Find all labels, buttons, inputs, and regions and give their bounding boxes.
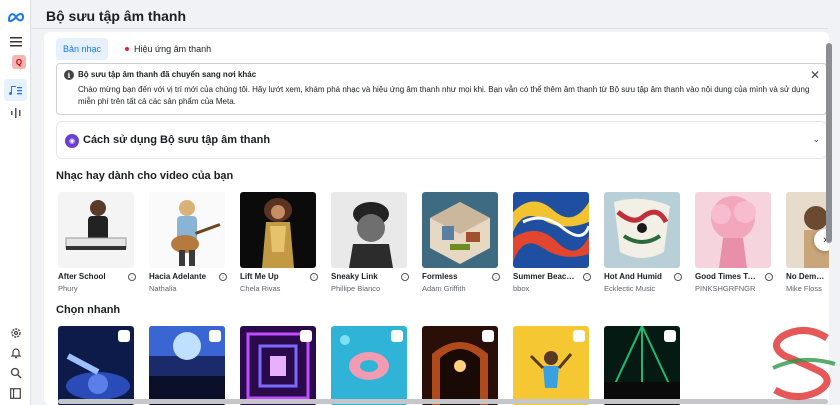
quick-pick-card[interactable] xyxy=(240,326,316,405)
help-panel-icon[interactable] xyxy=(4,382,27,404)
q-badge-icon[interactable]: Q xyxy=(12,55,26,69)
track-artist: bbox xyxy=(513,284,530,293)
select-checkbox[interactable] xyxy=(391,330,403,342)
watermark-s-logo-icon xyxy=(772,327,836,400)
howto-label: Cách sử dụng Bộ sưu tập âm thanh xyxy=(83,134,271,146)
tab-bar: Bản nhạc Hiệu ứng âm thanh xyxy=(56,38,218,60)
howto-accordion[interactable]: ◉ Cách sử dụng Bộ sưu tập âm thanh ⌄ xyxy=(56,121,827,159)
new-dot-icon xyxy=(125,47,130,51)
track-cover-image xyxy=(513,192,589,268)
notice-body: Chào mừng bạn đến với vị trí mới của chú… xyxy=(78,85,810,106)
track-cover-image xyxy=(604,192,680,268)
track-title: Formless xyxy=(422,272,458,281)
select-checkbox[interactable] xyxy=(573,330,585,342)
track-card[interactable]: Hacia Adelante ↓ Nathalia xyxy=(149,192,227,293)
track-title: No Demons xyxy=(786,272,829,281)
select-checkbox[interactable] xyxy=(482,330,494,342)
track-cover-image xyxy=(240,192,316,268)
track-artist: Adam Griffith xyxy=(422,284,466,293)
select-checkbox[interactable] xyxy=(664,330,676,342)
download-icon[interactable]: ↓ xyxy=(128,272,136,281)
track-title-row: Sneaky Link ↓ xyxy=(331,272,409,281)
chevron-down-icon[interactable]: ⌄ xyxy=(812,134,820,145)
track-title-row: Hacia Adelante ↓ xyxy=(149,272,227,281)
bell-icon[interactable] xyxy=(4,342,27,364)
track-title-row: Summer Beach ... ↓ xyxy=(513,272,591,281)
meta-logo-icon[interactable] xyxy=(4,6,27,28)
track-cover-image xyxy=(695,192,771,268)
track-artist: Phury xyxy=(58,284,78,293)
download-icon[interactable]: ↓ xyxy=(583,272,591,281)
download-icon[interactable]: ↓ xyxy=(765,272,773,281)
notice-title: Bộ sưu tập âm thanh đã chuyển sang nơi k… xyxy=(78,70,257,79)
track-artist: Phillipe Bianco xyxy=(331,284,381,293)
quick-pick-card[interactable] xyxy=(149,326,225,405)
select-checkbox[interactable] xyxy=(209,330,221,342)
track-card[interactable]: Lift Me Up ↓ Chela Rivas xyxy=(240,192,318,293)
download-icon[interactable]: ↓ xyxy=(310,272,318,281)
track-title: Sneaky Link xyxy=(331,272,378,281)
quick-pick-card[interactable] xyxy=(513,326,589,405)
track-artist: Mike Floss xyxy=(786,284,822,293)
track-card[interactable]: Summer Beach ... ↓ bbox xyxy=(513,192,591,293)
info-icon: i xyxy=(64,70,74,80)
track-cover-image xyxy=(331,192,407,268)
track-cover-image xyxy=(149,192,225,268)
track-title: Lift Me Up xyxy=(240,272,279,281)
track-title: After School xyxy=(58,272,106,281)
track-title-row: Good Times To... ↓ xyxy=(695,272,773,281)
track-title: Good Times To... xyxy=(695,272,757,281)
content-card: Bản nhạc Hiệu ứng âm thanh i Bộ sưu tập … xyxy=(44,32,829,405)
quick-pick-card[interactable] xyxy=(331,326,407,405)
music-section-title: Nhạc hay dành cho video của bạn xyxy=(56,170,234,182)
select-checkbox[interactable] xyxy=(300,330,312,342)
quick-section-title: Chọn nhanh xyxy=(56,304,121,316)
track-card[interactable]: Hot And Humid ↓ Ecklectic Music xyxy=(604,192,682,293)
tab-music-label: Bản nhạc xyxy=(63,44,102,54)
moved-notice: i Bộ sưu tập âm thanh đã chuyển sang nơi… xyxy=(56,63,827,115)
select-checkbox[interactable] xyxy=(118,330,130,342)
quick-pick-card[interactable] xyxy=(604,326,680,405)
track-title-row: Formless ↓ xyxy=(422,272,500,281)
quick-pick-card[interactable] xyxy=(58,326,134,405)
download-icon[interactable]: ↓ xyxy=(492,272,500,281)
track-artist: Ecklectic Music xyxy=(604,284,656,293)
header-divider xyxy=(32,28,828,29)
track-title: Summer Beach ... xyxy=(513,272,575,281)
waveform-badge-icon: ◉ xyxy=(65,134,79,148)
track-card[interactable]: Sneaky Link ↓ Phillipe Bianco xyxy=(331,192,409,293)
track-title-row: Lift Me Up ↓ xyxy=(240,272,318,281)
search-icon[interactable] xyxy=(4,362,27,384)
tab-sound-effects[interactable]: Hiệu ứng âm thanh xyxy=(118,38,218,60)
track-card[interactable]: After School ↓ Phury xyxy=(58,192,136,293)
track-cover-image xyxy=(58,192,134,268)
quick-pick-card[interactable] xyxy=(422,326,498,405)
menu-icon[interactable] xyxy=(4,31,27,53)
track-title-row: No Demons xyxy=(786,272,829,281)
track-title: Hot And Humid xyxy=(604,272,662,281)
track-artist: Nathalia xyxy=(149,284,177,293)
page-title: Bộ sưu tập âm thanh xyxy=(46,8,187,24)
track-title-row: Hot And Humid ↓ xyxy=(604,272,682,281)
tab-sound-effects-label: Hiệu ứng âm thanh xyxy=(134,44,212,54)
audio-waveform-icon[interactable] xyxy=(4,102,27,124)
download-icon[interactable]: ↓ xyxy=(219,272,227,281)
scrollbar-thumb[interactable] xyxy=(826,43,832,243)
track-title: Hacia Adelante xyxy=(149,272,207,281)
music-library-icon[interactable] xyxy=(4,79,27,101)
track-cover-image xyxy=(422,192,498,268)
close-icon[interactable]: ✕ xyxy=(810,68,820,82)
download-icon[interactable]: ↓ xyxy=(674,272,682,281)
track-title-row: After School ↓ xyxy=(58,272,136,281)
tab-music[interactable]: Bản nhạc xyxy=(56,38,109,60)
track-card[interactable]: Formless ↓ Adam Griffith xyxy=(422,192,500,293)
track-card[interactable]: Good Times To... ↓ PINKSHGRFNGR xyxy=(695,192,773,293)
track-artist: Chela Rivas xyxy=(240,284,281,293)
main-area: Bộ sưu tập âm thanh Bản nhạc Hiệu ứng âm… xyxy=(32,0,829,405)
settings-icon[interactable] xyxy=(4,322,27,344)
horizontal-scrollbar[interactable] xyxy=(58,399,828,404)
download-icon[interactable]: ↓ xyxy=(401,272,409,281)
track-artist: PINKSHGRFNGR xyxy=(695,284,756,293)
left-rail: Q xyxy=(0,0,31,405)
